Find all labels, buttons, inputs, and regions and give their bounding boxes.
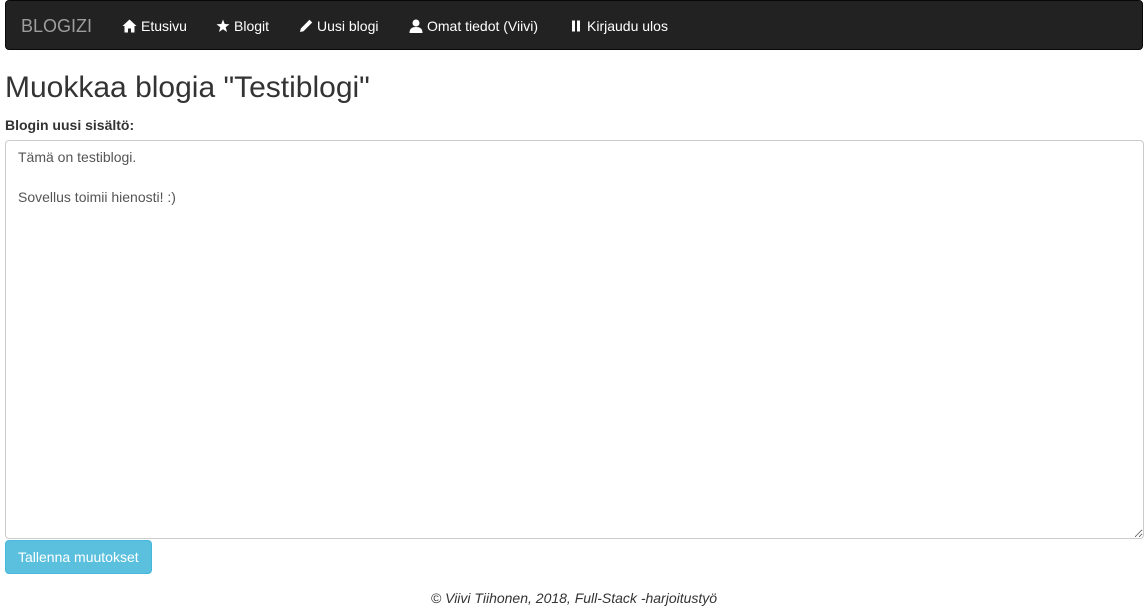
nav-item-uusi-blogi[interactable]: Uusi blogi [298,1,378,51]
blog-content-textarea[interactable]: Tämä on testiblogi. Sovellus toimii hien… [5,140,1144,539]
nav-item-blogit[interactable]: Blogit [215,1,269,51]
pencil-icon [298,19,313,34]
nav-item-label: Blogit [234,18,270,34]
nav-item-omat-tiedot[interactable]: Omat tiedot (Viivi) [408,1,538,51]
brand-link[interactable]: BLOGIZI [21,1,92,51]
nav-item-label: Omat tiedot (Viivi) [427,18,538,34]
pause-icon [568,19,583,34]
user-icon [408,19,423,34]
nav-item-label: Uusi blogi [317,18,379,34]
nav-item-kirjaudu-ulos[interactable]: Kirjaudu ulos [568,1,668,51]
nav-item-label: Etusivu [141,18,187,34]
star-icon [215,19,230,34]
content-label: Blogin uusi sisältö: [5,117,135,133]
save-changes-button[interactable]: Tallenna muutokset [5,540,152,574]
page-title: Muokkaa blogia "Testiblogi" [5,71,370,104]
footer-text: © Viivi Tiihonen, 2018, Full-Stack -harj… [430,590,718,606]
nav-item-label: Kirjaudu ulos [587,18,668,34]
nav-item-etusivu[interactable]: Etusivu [122,1,187,51]
home-icon [122,19,137,34]
top-navbar: BLOGIZI Etusivu Blogit Uusi blogi Omat t… [5,0,1143,50]
